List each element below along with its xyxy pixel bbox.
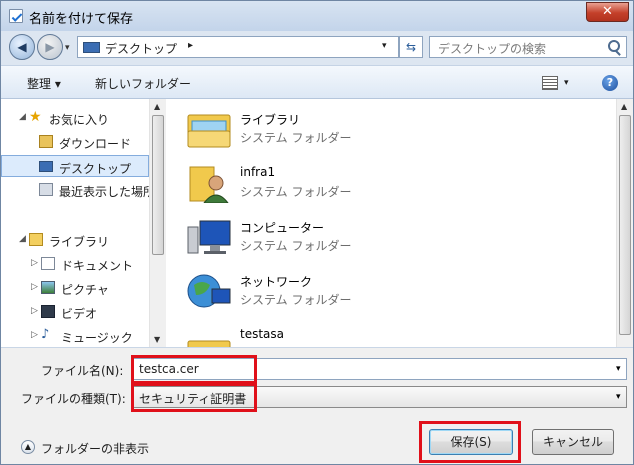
search-icon[interactable] bbox=[608, 40, 620, 52]
desktop-icon bbox=[83, 42, 100, 53]
nav-desktop[interactable]: デスクトップ bbox=[1, 155, 149, 177]
nav-desktop-label: デスクトップ bbox=[59, 162, 132, 176]
save-form: ファイル名(N): testca.cer ▾ セキュリティ証明書 ▾ ファイルの… bbox=[1, 347, 633, 464]
filetype-dropdown-icon[interactable]: ▾ bbox=[616, 392, 621, 402]
folder-icon bbox=[187, 340, 231, 347]
file-type: システム フォルダー bbox=[240, 239, 352, 253]
scroll-up-icon[interactable]: ▲ bbox=[154, 102, 160, 111]
computer-icon bbox=[187, 220, 231, 254]
recent-places-icon bbox=[39, 183, 53, 196]
dialog-title: 名前を付けて保存 bbox=[29, 12, 134, 27]
save-as-dialog: 名前を付けて保存 ✕ ◀ ▶ ▾ デスクトップ ▸ ▾ ⇆ デスクトップの検索 … bbox=[0, 0, 634, 465]
library-folder-icon bbox=[29, 233, 43, 246]
views-dropdown-icon[interactable]: ▾ bbox=[564, 78, 569, 88]
address-dropdown-icon[interactable]: ▾ bbox=[382, 41, 387, 51]
file-list: ライブラリ システム フォルダー infra1 システム フォルダー コンピュー… bbox=[166, 99, 616, 347]
help-icon[interactable]: ? bbox=[602, 75, 618, 91]
nav-music-label: ミュージック bbox=[61, 331, 133, 345]
filename-highlight-box bbox=[131, 355, 257, 384]
file-name: コンピューター bbox=[240, 221, 325, 235]
nav-libraries[interactable]: ◢ ライブラリ bbox=[1, 229, 149, 251]
scroll-up-icon[interactable]: ▲ bbox=[621, 102, 627, 111]
collapse-arrow-icon[interactable]: ◢ bbox=[19, 112, 26, 122]
dialog-icon bbox=[9, 9, 23, 23]
file-name: infra1 bbox=[240, 165, 276, 179]
views-icon[interactable] bbox=[542, 76, 558, 90]
history-dropdown-icon[interactable]: ▾ bbox=[65, 43, 70, 53]
video-icon bbox=[41, 305, 55, 318]
filename-label: ファイル名(N): bbox=[41, 364, 124, 378]
save-highlight-box bbox=[419, 421, 521, 463]
file-type: システム フォルダー bbox=[240, 185, 352, 199]
file-list-scrollbar[interactable]: ▲ bbox=[616, 99, 633, 347]
expand-arrow-icon[interactable]: ▷ bbox=[31, 306, 38, 316]
title-bar: 名前を付けて保存 ✕ bbox=[1, 1, 633, 31]
collapse-up-icon[interactable]: ▲ bbox=[21, 440, 35, 454]
list-item[interactable]: testasa bbox=[186, 321, 486, 347]
address-row: ◀ ▶ ▾ デスクトップ ▸ ▾ ⇆ デスクトップの検索 bbox=[1, 31, 633, 65]
hide-folders-label: フォルダーの非表示 bbox=[41, 442, 150, 456]
forward-button[interactable]: ▶ bbox=[37, 34, 63, 60]
file-name: ネットワーク bbox=[240, 275, 313, 289]
navigation-pane: ◢ ★ お気に入り ダウンロード デスクトップ 最近表示した場所 ◢ ライブラリ… bbox=[1, 99, 165, 347]
search-placeholder: デスクトップの検索 bbox=[438, 42, 547, 56]
breadcrumb-arrow-icon[interactable]: ▸ bbox=[188, 40, 193, 51]
nav-downloads-label: ダウンロード bbox=[59, 137, 132, 151]
back-button[interactable]: ◀ bbox=[9, 34, 35, 60]
filetype-highlight-box bbox=[131, 383, 257, 412]
list-item[interactable]: ライブラリ システム フォルダー bbox=[186, 105, 486, 155]
nav-favorites[interactable]: ◢ ★ お気に入り bbox=[1, 107, 149, 129]
user-folder-icon bbox=[189, 166, 229, 203]
filename-dropdown-icon[interactable]: ▾ bbox=[616, 364, 621, 374]
file-type: システム フォルダー bbox=[240, 293, 352, 307]
desktop-icon bbox=[39, 161, 53, 172]
search-input[interactable]: デスクトップの検索 bbox=[429, 36, 627, 58]
library-folder-icon bbox=[187, 114, 231, 148]
scroll-thumb[interactable] bbox=[152, 115, 164, 255]
expand-arrow-icon[interactable]: ▷ bbox=[31, 330, 38, 340]
star-icon: ★ bbox=[29, 109, 42, 125]
nav-recent-places[interactable]: 最近表示した場所 bbox=[1, 179, 149, 201]
scroll-thumb[interactable] bbox=[619, 115, 631, 335]
nav-pictures-label: ピクチャ bbox=[61, 283, 109, 297]
download-folder-icon bbox=[39, 135, 53, 148]
file-type: システム フォルダー bbox=[240, 131, 352, 145]
nav-videos[interactable]: ▷ ビデオ bbox=[1, 301, 149, 323]
list-item[interactable]: コンピューター システム フォルダー bbox=[186, 213, 486, 263]
picture-icon bbox=[41, 281, 55, 294]
filetype-label: ファイルの種類(T): bbox=[21, 392, 126, 406]
organize-button[interactable]: 整理 ▾ bbox=[27, 75, 61, 92]
nav-documents[interactable]: ▷ ドキュメント bbox=[1, 253, 149, 275]
address-bar[interactable]: デスクトップ ▸ ▾ bbox=[77, 36, 399, 58]
nav-recent-places-label: 最近表示した場所 bbox=[59, 185, 149, 199]
list-item[interactable]: ネットワーク システム フォルダー bbox=[186, 267, 486, 317]
nav-videos-label: ビデオ bbox=[61, 307, 98, 321]
nav-downloads[interactable]: ダウンロード bbox=[1, 131, 149, 153]
nav-libraries-label: ライブラリ bbox=[49, 235, 110, 249]
expand-arrow-icon[interactable]: ▷ bbox=[31, 258, 38, 268]
nav-favorites-label: お気に入り bbox=[49, 113, 110, 127]
expand-arrow-icon[interactable]: ▷ bbox=[31, 282, 38, 292]
cancel-button[interactable]: キャンセル bbox=[532, 429, 614, 455]
navigation-scrollbar[interactable]: ▲ ▼ bbox=[149, 99, 166, 347]
command-toolbar: 整理 ▾ 新しいフォルダー ▾ ? bbox=[1, 65, 633, 99]
scroll-down-icon[interactable]: ▼ bbox=[154, 335, 160, 344]
close-button[interactable]: ✕ bbox=[586, 2, 629, 22]
file-name: ライブラリ bbox=[240, 113, 301, 127]
file-name: testasa bbox=[240, 327, 285, 341]
nav-pictures[interactable]: ▷ ピクチャ bbox=[1, 277, 149, 299]
new-folder-button[interactable]: 新しいフォルダー bbox=[95, 75, 191, 92]
collapse-arrow-icon[interactable]: ◢ bbox=[19, 234, 26, 244]
nav-music[interactable]: ▷ ♪ ミュージック bbox=[1, 325, 149, 347]
address-location[interactable]: デスクトップ bbox=[105, 40, 177, 57]
music-icon: ♪ bbox=[41, 327, 50, 342]
list-item[interactable]: infra1 システム フォルダー bbox=[186, 159, 486, 209]
network-icon bbox=[187, 274, 231, 308]
nav-documents-label: ドキュメント bbox=[61, 259, 134, 273]
document-icon bbox=[41, 257, 55, 270]
refresh-button[interactable]: ⇆ bbox=[399, 36, 423, 58]
